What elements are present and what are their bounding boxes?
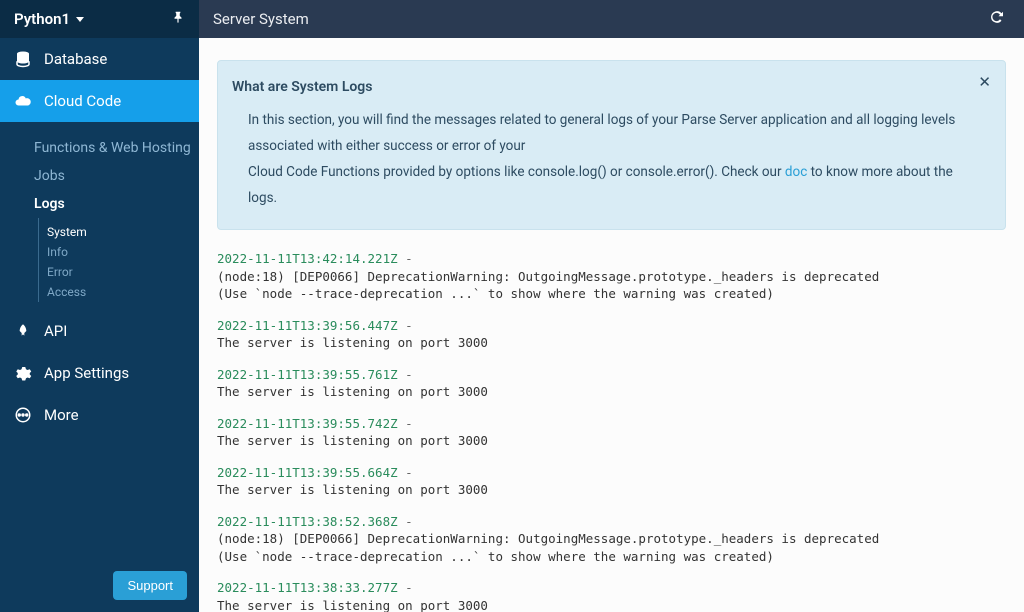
log-message: (node:18) [DEP0066] DeprecationWarning: … xyxy=(217,269,879,302)
page-title: Server System xyxy=(213,10,309,28)
sidebar-item-jobs[interactable]: Jobs xyxy=(0,162,199,190)
log-timestamp: 2022-11-11T13:39:55.761Z xyxy=(217,367,398,382)
chevron-down-icon xyxy=(76,17,84,22)
cloud-code-submenu: Functions & Web Hosting Jobs Logs System… xyxy=(0,122,199,310)
info-body-line1: In this section, you will find the messa… xyxy=(248,112,955,154)
log-message: (node:18) [DEP0066] DeprecationWarning: … xyxy=(217,531,879,564)
content-area: ✕ What are System Logs In this section, … xyxy=(199,38,1024,612)
app-name: Python1 xyxy=(14,10,70,28)
log-timestamp: 2022-11-11T13:39:56.447Z xyxy=(217,318,398,333)
log-message: The server is listening on port 3000 xyxy=(217,335,488,350)
log-entry: 2022-11-11T13:39:55.664Z - The server is… xyxy=(217,464,1006,499)
log-message: The server is listening on port 3000 xyxy=(217,384,488,399)
gear-icon xyxy=(14,364,32,382)
doc-link[interactable]: doc xyxy=(785,164,807,180)
sidebar-item-label: App Settings xyxy=(44,364,129,382)
sidebar-item-more[interactable]: More xyxy=(0,394,199,436)
rocket-icon xyxy=(14,323,32,339)
sidebar-item-label: API xyxy=(44,322,67,340)
log-timestamp: 2022-11-11T13:38:52.368Z xyxy=(217,514,398,529)
close-icon[interactable]: ✕ xyxy=(978,73,991,91)
sidebar-item-logs-error[interactable]: Error xyxy=(39,262,199,282)
refresh-icon[interactable] xyxy=(988,8,1006,31)
sidebar-item-app-settings[interactable]: App Settings xyxy=(0,352,199,394)
sidebar-item-database[interactable]: Database xyxy=(0,38,199,80)
database-icon xyxy=(14,50,32,68)
log-timestamp: 2022-11-11T13:39:55.664Z xyxy=(217,465,398,480)
sidebar: Python1 Database Cloud Code Functions & … xyxy=(0,0,199,612)
logs-submenu: System Info Error Access xyxy=(38,218,199,302)
log-message: The server is listening on port 3000 xyxy=(217,482,488,497)
sidebar-item-logs-system[interactable]: System xyxy=(39,222,199,242)
info-title: What are System Logs xyxy=(232,79,985,95)
log-entry: 2022-11-11T13:38:52.368Z - (node:18) [DE… xyxy=(217,513,1006,566)
info-body-line2a: Cloud Code Functions provided by options… xyxy=(248,164,785,180)
sidebar-item-api[interactable]: API xyxy=(0,310,199,352)
pin-icon[interactable] xyxy=(171,10,185,28)
app-selector[interactable]: Python1 xyxy=(14,10,84,28)
log-timestamp: 2022-11-11T13:42:14.221Z xyxy=(217,251,398,266)
more-icon xyxy=(14,406,32,424)
cloud-icon xyxy=(14,92,32,110)
sidebar-item-label: Database xyxy=(44,50,107,68)
info-body: In this section, you will find the messa… xyxy=(232,107,985,211)
support-button[interactable]: Support xyxy=(113,571,187,600)
info-box: ✕ What are System Logs In this section, … xyxy=(217,60,1006,230)
log-entry: 2022-11-11T13:38:33.277Z - The server is… xyxy=(217,579,1006,612)
log-entry: 2022-11-11T13:42:14.221Z - (node:18) [DE… xyxy=(217,250,1006,303)
log-message: The server is listening on port 3000 xyxy=(217,433,488,448)
log-message: The server is listening on port 3000 xyxy=(217,598,488,612)
log-entry: 2022-11-11T13:39:56.447Z - The server is… xyxy=(217,317,1006,352)
log-entry: 2022-11-11T13:39:55.742Z - The server is… xyxy=(217,415,1006,450)
log-timestamp: 2022-11-11T13:39:55.742Z xyxy=(217,416,398,431)
header-bar: Server System xyxy=(199,0,1024,38)
log-entry: 2022-11-11T13:39:55.761Z - The server is… xyxy=(217,366,1006,401)
sidebar-item-logs-access[interactable]: Access xyxy=(39,282,199,302)
sidebar-item-label: Cloud Code xyxy=(44,92,121,110)
sidebar-item-logs-info[interactable]: Info xyxy=(39,242,199,262)
logs-list: 2022-11-11T13:42:14.221Z - (node:18) [DE… xyxy=(217,250,1006,612)
sidebar-item-cloud-code[interactable]: Cloud Code xyxy=(0,80,199,122)
sidebar-header: Python1 xyxy=(0,0,199,38)
sidebar-item-logs[interactable]: Logs xyxy=(0,190,199,218)
sidebar-item-functions[interactable]: Functions & Web Hosting xyxy=(0,134,199,162)
log-timestamp: 2022-11-11T13:38:33.277Z xyxy=(217,580,398,595)
main: Server System ✕ What are System Logs In … xyxy=(199,0,1024,612)
sidebar-item-label: More xyxy=(44,406,79,424)
